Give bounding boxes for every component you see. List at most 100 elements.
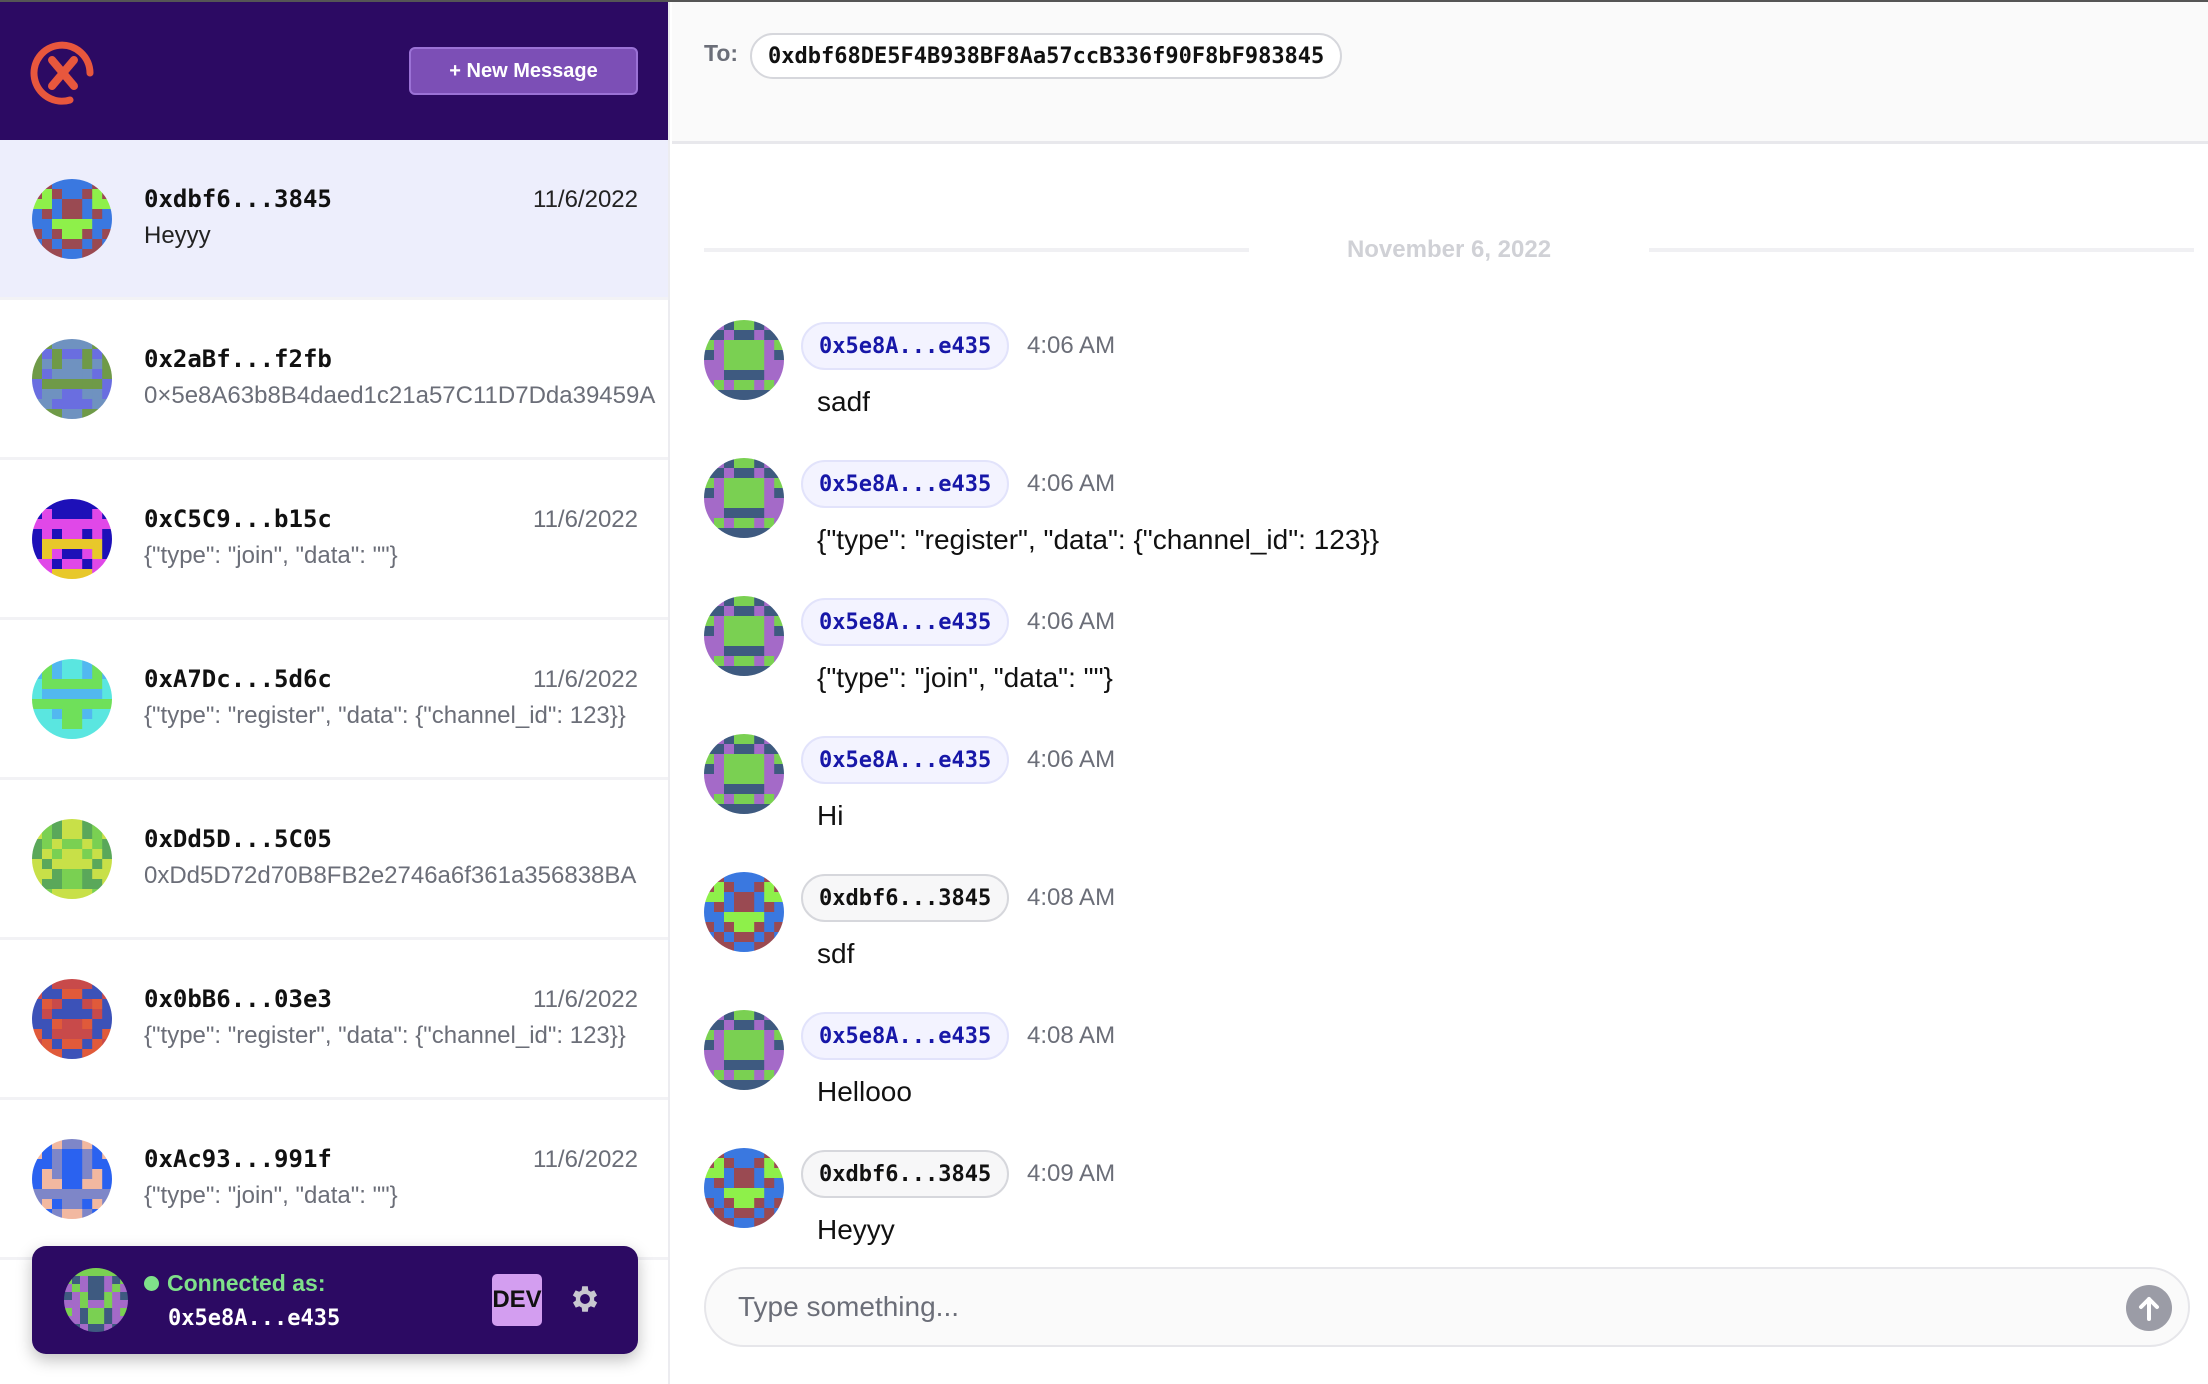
message-item: 0xdbf6...3845 4:09 AM Heyyy bbox=[704, 1148, 2104, 1278]
status-label: Connected as: bbox=[167, 1270, 326, 1296]
conversation-name: 0xAc93...991f bbox=[144, 1144, 332, 1173]
message-item: 0x5e8A...e435 4:06 AM Hi bbox=[704, 734, 2104, 864]
conversation-body: 0x2aBf...f2fb 11/6/2022 0×5e8A63b8B4daed… bbox=[144, 300, 668, 457]
message-text: Hellooo bbox=[817, 1076, 912, 1107]
conversation-preview: Heyyy bbox=[144, 221, 211, 249]
conversation-body: 0x0bB6...03e3 11/6/2022 {"type": "regist… bbox=[144, 940, 638, 1097]
conversation-item[interactable]: 0x0bB6...03e3 11/6/2022 {"type": "regist… bbox=[0, 940, 668, 1100]
recipient-address[interactable]: 0xdbf68DE5F4B938BF8Aa57ccB336f90F8bF9838… bbox=[750, 33, 1343, 79]
conversation-item[interactable]: 0xAc93...991f 11/6/2022 {"type": "join",… bbox=[0, 1100, 668, 1260]
sender-address[interactable]: 0x5e8A...e435 bbox=[801, 736, 1010, 784]
conversation-preview: {"type": "register", "data": {"channel_i… bbox=[144, 1021, 626, 1049]
sender-address[interactable]: 0x5e8A...e435 bbox=[801, 1012, 1010, 1060]
sidebar: + New Message 0xdbf6...3845 11/6/2022 He… bbox=[0, 2, 670, 1384]
conversation-body: 0xAc93...991f 11/6/2022 {"type": "join",… bbox=[144, 1100, 638, 1257]
arrow-up-icon bbox=[2139, 1297, 2159, 1321]
avatar bbox=[704, 596, 784, 676]
conversation-name: 0xdbf6...3845 bbox=[144, 184, 332, 213]
connected-address[interactable]: 0x5e8A...e435 bbox=[168, 1306, 340, 1331]
conversation-item[interactable]: 0xA7Dc...5d6c 11/6/2022 {"type": "regist… bbox=[0, 620, 668, 780]
conversation-date: 11/6/2022 bbox=[533, 985, 638, 1013]
divider bbox=[1649, 248, 2194, 252]
avatar bbox=[704, 458, 784, 538]
message-text: sdf bbox=[817, 938, 855, 969]
message-item: 0x5e8A...e435 4:06 AM sadf bbox=[704, 320, 2104, 450]
env-badge[interactable]: DEV bbox=[492, 1274, 542, 1326]
chat-header: To: 0xdbf68DE5F4B938BF8Aa57ccB336f90F8bF… bbox=[672, 2, 2208, 144]
message-time: 4:06 AM bbox=[1027, 746, 1116, 773]
conversation-list: 0xdbf6...3845 11/6/2022 Heyyy 0x2aBf...f… bbox=[0, 140, 668, 1260]
sender-address[interactable]: 0x5e8A...e435 bbox=[801, 598, 1010, 646]
avatar bbox=[704, 1010, 784, 1090]
conversation-item[interactable]: 0x2aBf...f2fb 11/6/2022 0×5e8A63b8B4daed… bbox=[0, 300, 668, 460]
message-composer bbox=[704, 1267, 2190, 1347]
conversation-name: 0x2aBf...f2fb bbox=[144, 344, 332, 373]
gear-icon[interactable] bbox=[568, 1282, 602, 1316]
avatar bbox=[32, 658, 112, 739]
conversation-name: 0xA7Dc...5d6c bbox=[144, 664, 332, 693]
sender-address[interactable]: 0xdbf6...3845 bbox=[801, 1150, 1010, 1198]
message-time: 4:06 AM bbox=[1027, 470, 1116, 497]
avatar bbox=[32, 978, 112, 1059]
message-time: 4:08 AM bbox=[1027, 884, 1116, 911]
message-time: 4:06 AM bbox=[1027, 608, 1116, 635]
avatar bbox=[704, 734, 784, 814]
avatar bbox=[32, 498, 112, 579]
conversation-date: 11/6/2022 bbox=[533, 1145, 638, 1173]
avatar bbox=[32, 178, 112, 259]
message-text: {"type": "join", "data": ""} bbox=[817, 662, 1113, 693]
conversation-name: 0xC5C9...b15c bbox=[144, 504, 332, 533]
conversation-item[interactable]: 0xdbf6...3845 11/6/2022 Heyyy bbox=[0, 140, 668, 300]
date-separator: November 6, 2022 bbox=[704, 236, 2194, 264]
conversation-header: 0xAc93...991f 11/6/2022 bbox=[144, 1145, 638, 1174]
message-time: 4:09 AM bbox=[1027, 1160, 1116, 1187]
conversation-preview: 0xDd5D72d70B8FB2e2746a6f361a356838BA bbox=[144, 861, 637, 889]
connection-status: Connected as: bbox=[144, 1270, 325, 1297]
conversation-body: 0xA7Dc...5d6c 11/6/2022 {"type": "regist… bbox=[144, 620, 638, 777]
conversation-item[interactable]: 0xC5C9...b15c 11/6/2022 {"type": "join",… bbox=[0, 460, 668, 620]
avatar bbox=[704, 872, 784, 952]
conversation-body: 0xdbf6...3845 11/6/2022 Heyyy bbox=[144, 140, 638, 297]
xmtp-logo-icon[interactable] bbox=[30, 40, 96, 106]
message-text: {"type": "register", "data": {"channel_i… bbox=[817, 524, 1380, 555]
avatar bbox=[704, 1148, 784, 1228]
message-input[interactable] bbox=[738, 1269, 2088, 1345]
avatar bbox=[32, 338, 112, 419]
conversation-body: 0xDd5D...5C05 11/6/2022 0xDd5D72d70B8FB2… bbox=[144, 780, 668, 937]
conversation-header: 0x2aBf...f2fb 11/6/2022 bbox=[144, 345, 668, 374]
message-text: Heyyy bbox=[817, 1214, 895, 1245]
message-item: 0xdbf6...3845 4:08 AM sdf bbox=[704, 872, 2104, 1002]
connected-account-card: Connected as: 0x5e8A...e435 DEV bbox=[32, 1246, 638, 1354]
online-dot-icon bbox=[144, 1276, 159, 1291]
divider bbox=[704, 248, 1249, 252]
message-item: 0x5e8A...e435 4:06 AM {"type": "join", "… bbox=[704, 596, 2104, 726]
to-label: To: bbox=[704, 40, 739, 66]
conversation-name: 0x0bB6...03e3 bbox=[144, 984, 332, 1013]
new-message-button[interactable]: + New Message bbox=[409, 47, 638, 95]
sender-address[interactable]: 0x5e8A...e435 bbox=[801, 460, 1010, 508]
message-time: 4:06 AM bbox=[1027, 332, 1116, 359]
conversation-preview: {"type": "join", "data": ""} bbox=[144, 1181, 398, 1209]
conversation-name: 0xDd5D...5C05 bbox=[144, 824, 332, 853]
conversation-preview: {"type": "register", "data": {"channel_i… bbox=[144, 701, 626, 729]
conversation-date: 11/6/2022 bbox=[533, 665, 638, 693]
avatar bbox=[32, 818, 112, 899]
send-button[interactable] bbox=[2126, 1285, 2172, 1331]
conversation-date: 11/6/2022 bbox=[533, 185, 638, 213]
sidebar-header: + New Message bbox=[0, 2, 668, 140]
conversation-header: 0xDd5D...5C05 11/6/2022 bbox=[144, 825, 668, 854]
conversation-item[interactable]: 0xDd5D...5C05 11/6/2022 0xDd5D72d70B8FB2… bbox=[0, 780, 668, 940]
sender-address[interactable]: 0x5e8A...e435 bbox=[801, 322, 1010, 370]
sender-address[interactable]: 0xdbf6...3845 bbox=[801, 874, 1010, 922]
chat-panel: To: 0xdbf68DE5F4B938BF8Aa57ccB336f90F8bF… bbox=[672, 2, 2208, 1384]
avatar bbox=[704, 320, 784, 400]
avatar bbox=[32, 1138, 112, 1219]
conversation-header: 0xC5C9...b15c 11/6/2022 bbox=[144, 505, 638, 534]
message-item: 0x5e8A...e435 4:08 AM Hellooo bbox=[704, 1010, 2104, 1140]
conversation-body: 0xC5C9...b15c 11/6/2022 {"type": "join",… bbox=[144, 460, 638, 617]
message-item: 0x5e8A...e435 4:06 AM {"type": "register… bbox=[704, 458, 2104, 588]
conversation-header: 0xA7Dc...5d6c 11/6/2022 bbox=[144, 665, 638, 694]
conversation-preview: 0×5e8A63b8B4daed1c21a57C11D7Dda39459A bbox=[144, 381, 656, 409]
conversation-header: 0x0bB6...03e3 11/6/2022 bbox=[144, 985, 638, 1014]
conversation-preview: {"type": "join", "data": ""} bbox=[144, 541, 398, 569]
